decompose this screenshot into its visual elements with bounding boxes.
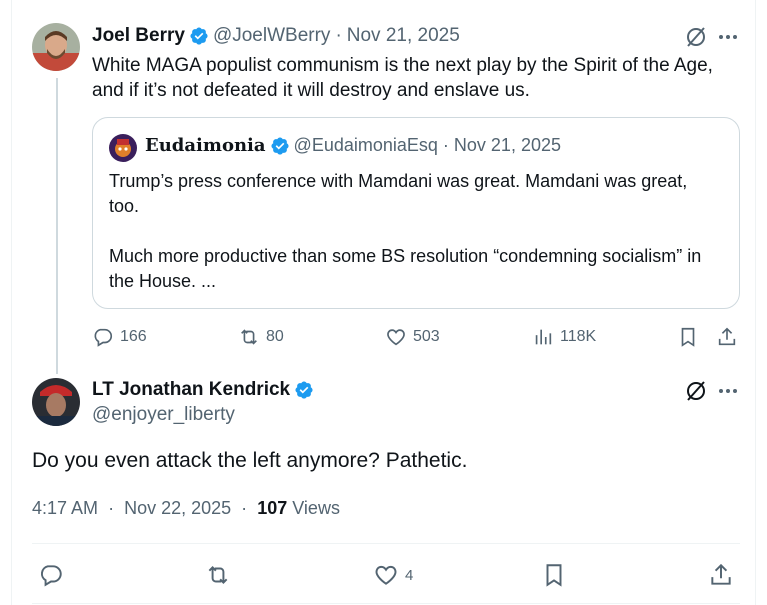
author-handle[interactable]: @JoelWBerry <box>213 25 330 47</box>
quote-paragraph-1: Trump’s press conference with Mamdani wa… <box>109 171 688 216</box>
reply-actions: 4 <box>32 560 740 590</box>
reply-views-count: 107 <box>257 498 288 518</box>
reply-text: Do you even attack the left anymore? Pat… <box>32 449 468 472</box>
repost-icon <box>208 566 228 584</box>
reply-reply-button[interactable] <box>38 560 64 590</box>
reply-repost-button[interactable] <box>205 560 231 590</box>
separator-dot: · <box>335 25 342 46</box>
grok-icon <box>687 381 705 401</box>
divider <box>32 543 740 544</box>
post-date[interactable]: Nov 21, 2025 <box>347 25 460 47</box>
views-count: 118K <box>560 328 597 345</box>
reply-views-label: Views <box>292 498 340 518</box>
bookmark-button[interactable] <box>677 323 699 351</box>
quote-author-handle: @EudaimoniaEsq <box>293 135 438 155</box>
post-text: White MAGA populist communism is the nex… <box>92 55 713 101</box>
share-icon <box>711 563 731 585</box>
post-actions: 166 80 503 118K <box>92 323 744 351</box>
reply-like-count: 4 <box>405 566 414 584</box>
views-chart-icon <box>535 329 552 345</box>
more-options-button[interactable] <box>716 25 740 49</box>
reply-like-button[interactable]: 4 <box>373 560 413 590</box>
verified-badge-icon <box>295 381 313 399</box>
repost-count: 80 <box>266 328 284 345</box>
like-count: 503 <box>413 328 440 345</box>
reply-timestamp: 4:17 AM · Nov 22, 2025 · 107 Views <box>32 498 340 519</box>
thread-line <box>56 78 58 374</box>
reply-button[interactable]: 166 <box>92 323 147 351</box>
grok-button-reply[interactable] <box>684 379 708 403</box>
separator-dot: · <box>241 498 248 518</box>
more-dots-icon <box>719 389 737 393</box>
like-button[interactable]: 503 <box>385 323 440 351</box>
grok-button[interactable] <box>684 25 708 49</box>
quote-card[interactable]: Eudaimonia @EudaimoniaEsq · Nov 21, 2025… <box>92 117 740 309</box>
post-header: Joel Berry @JoelWBerry · Nov 21, 2025 <box>92 25 460 47</box>
quote-date: Nov 21, 2025 <box>453 135 561 155</box>
share-icon <box>718 327 736 346</box>
quote-author-name[interactable]: Eudaimonia <box>145 135 266 156</box>
grok-icon <box>687 27 705 47</box>
reply-header: LT Jonathan Kendrick <box>92 379 318 401</box>
reply-author-handle[interactable]: @enjoyer_liberty <box>92 404 235 426</box>
bookmark-icon <box>546 564 562 587</box>
avatar-joel-berry[interactable] <box>32 23 80 71</box>
reply-date[interactable]: Nov 22, 2025 <box>124 498 231 518</box>
quote-header: Eudaimonia @EudaimoniaEsq · Nov 21, 2025 <box>145 135 561 156</box>
avatar-lt-jonathan-kendrick[interactable] <box>32 378 80 426</box>
more-options-button-reply[interactable] <box>716 379 740 403</box>
verified-badge-icon <box>271 136 289 155</box>
verified-badge-icon <box>190 27 208 45</box>
separator-dot: · <box>442 135 449 155</box>
avatar-eudaimonia <box>109 134 137 162</box>
divider-bottom <box>32 603 740 604</box>
author-name[interactable]: Joel Berry <box>92 25 185 47</box>
repost-icon <box>241 329 257 345</box>
separator-dot: · <box>108 498 115 518</box>
reply-icon <box>94 328 113 347</box>
bookmark-icon <box>681 327 695 347</box>
reply-time[interactable]: 4:17 AM <box>32 498 98 518</box>
heart-icon <box>375 565 397 585</box>
reply-handle-row: @enjoyer_liberty <box>92 404 235 426</box>
reply-bookmark-button[interactable] <box>541 560 567 590</box>
repost-button[interactable]: 80 <box>238 323 284 351</box>
reply-share-button[interactable] <box>708 560 734 590</box>
reply-icon <box>41 565 62 587</box>
quote-paragraph-2: Much more productive than some BS resolu… <box>109 246 702 291</box>
views-button[interactable]: 118K <box>532 323 596 351</box>
reply-count: 166 <box>120 328 147 345</box>
heart-icon <box>387 329 405 346</box>
share-button[interactable] <box>716 323 738 351</box>
reply-author-name[interactable]: LT Jonathan Kendrick <box>92 379 290 401</box>
more-dots-icon <box>719 35 737 39</box>
